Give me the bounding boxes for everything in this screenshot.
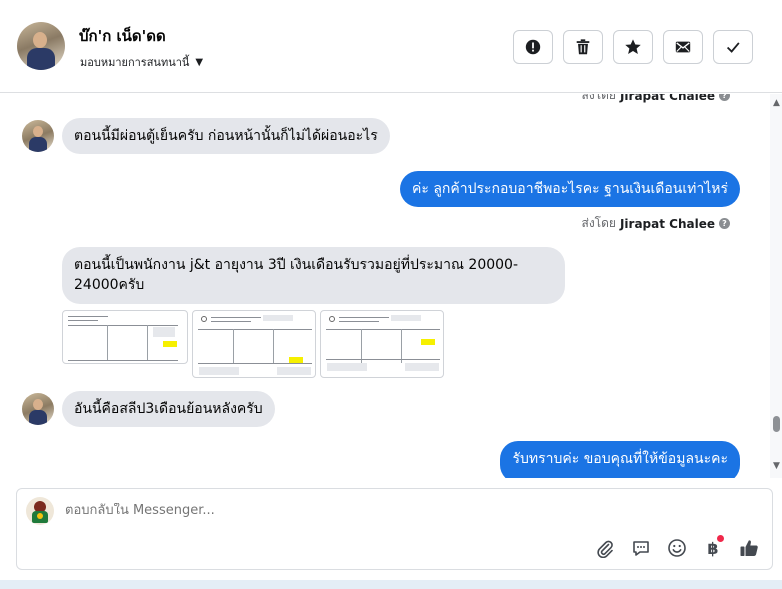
envelope-icon (675, 41, 691, 53)
emoji-button[interactable] (666, 537, 688, 559)
contact-avatar-small[interactable] (22, 120, 54, 152)
contact-avatar[interactable] (17, 22, 65, 70)
incoming-message-row: ตอนนี้มีผ่อนตู้เย็นครับ ก่อนหน้านั้นก็ไม… (22, 118, 390, 154)
mark-unread-button[interactable] (663, 30, 703, 64)
agent-name: Jirapat Chalee (619, 216, 715, 231)
saved-replies-button[interactable] (630, 537, 652, 559)
star-icon (625, 39, 641, 55)
payslip-image[interactable] (320, 310, 444, 378)
question-icon[interactable]: ? (719, 94, 730, 101)
attachment-images (62, 310, 444, 378)
composer-tools: ฿ (594, 535, 760, 559)
payment-button[interactable]: ฿ (702, 535, 724, 559)
scroll-down-arrow-icon[interactable]: ▼ (773, 461, 780, 471)
thumbs-up-icon (740, 540, 758, 556)
incoming-message-row: อันนี้คือสลีป3เดือนย้อนหลังครับ (22, 391, 275, 427)
assign-label: มอบหมายการสนทนานี้ (80, 56, 190, 69)
outgoing-message[interactable]: รับทราบค่ะ ขอบคุณที่ให้ข้อมูลนะคะ (500, 441, 740, 478)
contact-avatar-small[interactable] (22, 393, 54, 425)
incoming-message[interactable]: ตอนนี้เป็นพนักงาน j&t อายุงาน 3ปี เงินเด… (62, 247, 565, 304)
mark-done-button[interactable] (713, 30, 753, 64)
payslip-image[interactable] (192, 310, 316, 378)
payslip-image[interactable] (62, 310, 188, 364)
page-avatar (26, 497, 54, 525)
reply-input[interactable] (65, 503, 665, 518)
check-icon (726, 42, 740, 53)
message-thread[interactable]: ส่งโดย Jirapat Chalee ? ตอนนี้มีผ่อนตู้เ… (0, 94, 770, 478)
delete-button[interactable] (563, 30, 603, 64)
inbox-conversation-panel: บ๊ก'ก เน็ด'ดด มอบหมายการสนทนานี้ ▼ ส่งโด… (0, 0, 782, 589)
spam-button[interactable] (513, 30, 553, 64)
incoming-message[interactable]: ตอนนี้มีผ่อนตู้เย็นครับ ก่อนหน้านั้นก็ไม… (62, 118, 390, 154)
conversation-header: บ๊ก'ก เน็ด'ดด มอบหมายการสนทนานี้ ▼ (0, 0, 782, 93)
question-icon[interactable]: ? (719, 218, 730, 229)
like-button[interactable] (738, 537, 760, 559)
contact-name[interactable]: บ๊ก'ก เน็ด'ดด (79, 24, 166, 48)
scroll-up-arrow-icon[interactable]: ▲ (773, 98, 780, 108)
header-actions (513, 30, 753, 64)
incoming-message[interactable]: อันนี้คือสลีป3เดือนย้อนหลังครับ (62, 391, 275, 427)
alert-circle-icon (525, 39, 541, 55)
paperclip-icon (597, 540, 613, 558)
attach-button[interactable] (594, 537, 616, 559)
caret-down-icon: ▼ (195, 56, 204, 68)
notification-dot (717, 535, 724, 542)
outgoing-message[interactable]: ค่ะ ลูกค้าประกอบอาชีพอะไรคะ ฐานเงินเดือน… (399, 171, 740, 207)
chat-bubble-icon (633, 541, 649, 556)
sent-by-label: ส่งโดย Jirapat Chalee ? (582, 214, 730, 233)
bottom-border (0, 580, 782, 589)
scrollbar-thumb[interactable] (773, 416, 780, 432)
baht-icon: ฿ (707, 538, 719, 558)
agent-name: Jirapat Chalee (619, 94, 715, 103)
trash-icon (576, 39, 590, 55)
star-button[interactable] (613, 30, 653, 64)
smiley-icon (668, 539, 686, 557)
assign-conversation-dropdown[interactable]: มอบหมายการสนทนานี้ ▼ (80, 53, 203, 71)
reply-composer: ฿ (16, 488, 773, 570)
sent-by-label: ส่งโดย Jirapat Chalee ? (582, 94, 730, 105)
